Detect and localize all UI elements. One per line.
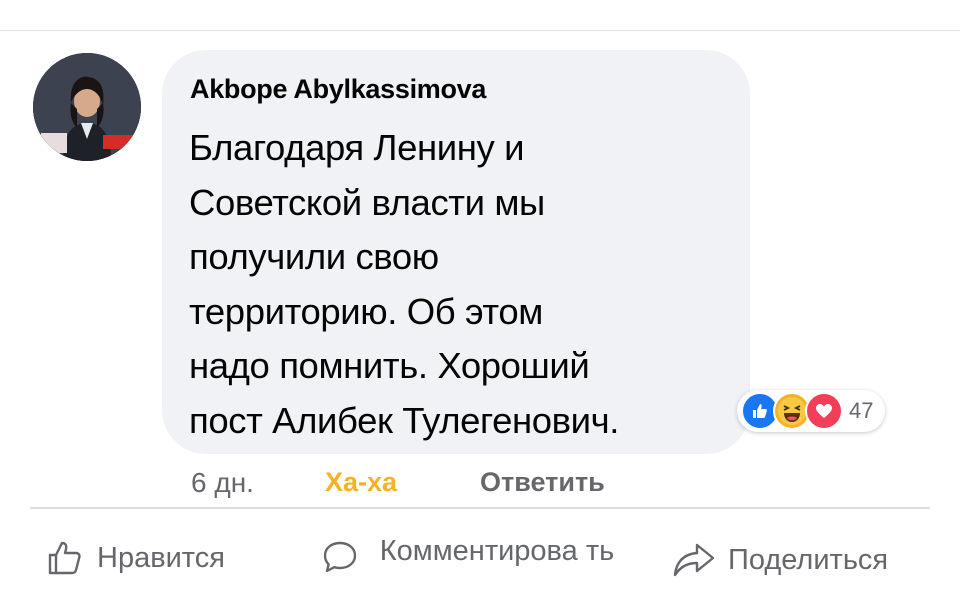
- share-button[interactable]: Поделиться: [672, 540, 888, 580]
- divider: [30, 507, 930, 509]
- reactions-summary[interactable]: 47: [737, 390, 886, 432]
- reply-link[interactable]: Ответить: [480, 467, 605, 498]
- like-button[interactable]: Нравится: [45, 538, 225, 578]
- thumbs-up-icon: [48, 541, 81, 575]
- comment-button-label: Комментирова ть: [379, 535, 615, 567]
- love-icon: [805, 392, 843, 430]
- comment-timestamp[interactable]: 6 дн.: [191, 467, 254, 499]
- share-button-label: Поделиться: [728, 543, 889, 576]
- comment-author-name[interactable]: Akbope Abylkassimova: [190, 74, 486, 105]
- facebook-comment-view: Akbope Abylkassimova Благодаря Ленину и …: [0, 0, 960, 613]
- like-button-label: Нравится: [97, 541, 225, 574]
- comment-button[interactable]: Комментирова ть: [320, 525, 622, 577]
- speech-bubble-icon: [323, 541, 357, 573]
- divider: [0, 30, 960, 31]
- haha-reaction-link[interactable]: Ха-ха: [325, 467, 397, 498]
- reaction-count: 47: [849, 398, 874, 423]
- comment-text: Благодаря Ленину и Советской власти мы п…: [189, 127, 620, 441]
- share-arrow-icon: [673, 543, 715, 577]
- avatar[interactable]: [33, 53, 141, 161]
